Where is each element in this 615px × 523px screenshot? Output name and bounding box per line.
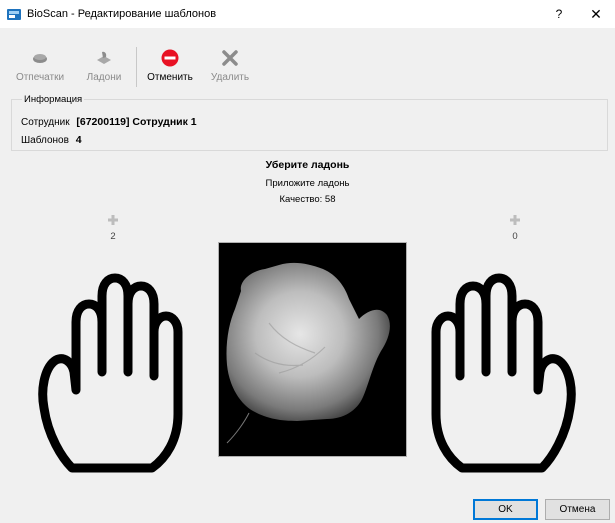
status-main-text: Уберите ладонь [265,159,350,171]
delete-x-icon [222,50,238,66]
title-bar: BioScan - Редактирование шаблонов ? ✕ [0,0,615,28]
toolbar: Отпечатки Ладони Отменить Удалить [0,28,615,94]
templates-value: 4 [75,134,82,146]
templates-label: Шаблонов [21,135,69,146]
left-add-plus-icon[interactable] [107,214,119,226]
right-hand-count: 0 [512,231,518,242]
left-hand-count: 2 [110,231,116,242]
stop-icon [161,49,179,67]
palms-button[interactable]: Ладони [84,48,124,88]
help-button[interactable]: ? [548,4,570,24]
fingerprint-scanner-icon [33,54,47,63]
palms-label: Ладони [86,72,122,83]
right-add-plus-icon[interactable] [509,214,521,226]
close-button[interactable]: ✕ [584,4,608,24]
info-group-legend: Информация [22,94,85,105]
fingerprints-button[interactable]: Отпечатки [14,48,66,88]
templates-row: Шаблонов 4 [21,134,82,146]
employee-value: [67200119] Сотрудник 1 [76,116,197,128]
toolbar-separator [136,47,137,87]
palm-scan-picture [219,243,406,456]
employee-row: Сотрудник [67200119] Сотрудник 1 [21,116,197,128]
dialog-body: Отпечатки Ладони Отменить Удалить Информ… [0,28,615,523]
palm-scanner-icon [97,51,111,64]
cancel-action-label: Отменить [147,72,193,83]
window-title: BioScan - Редактирование шаблонов [27,8,217,20]
cancel-action-button[interactable]: Отменить [146,48,194,88]
bioscan-app-icon [7,9,21,20]
delete-button[interactable]: Удалить [207,48,253,88]
delete-label: Удалить [210,72,250,83]
status-sub-text: Приложите ладонь [265,178,350,189]
quality-text: Качество: 58 [279,194,336,205]
employee-label: Сотрудник [21,117,70,128]
left-hand-icon[interactable] [34,268,186,480]
palm-scan-image [218,242,407,457]
ok-button[interactable]: OK [473,499,538,520]
fingerprints-label: Отпечатки [15,72,65,83]
right-hand-icon[interactable] [428,268,580,480]
cancel-button[interactable]: Отмена [545,499,610,520]
